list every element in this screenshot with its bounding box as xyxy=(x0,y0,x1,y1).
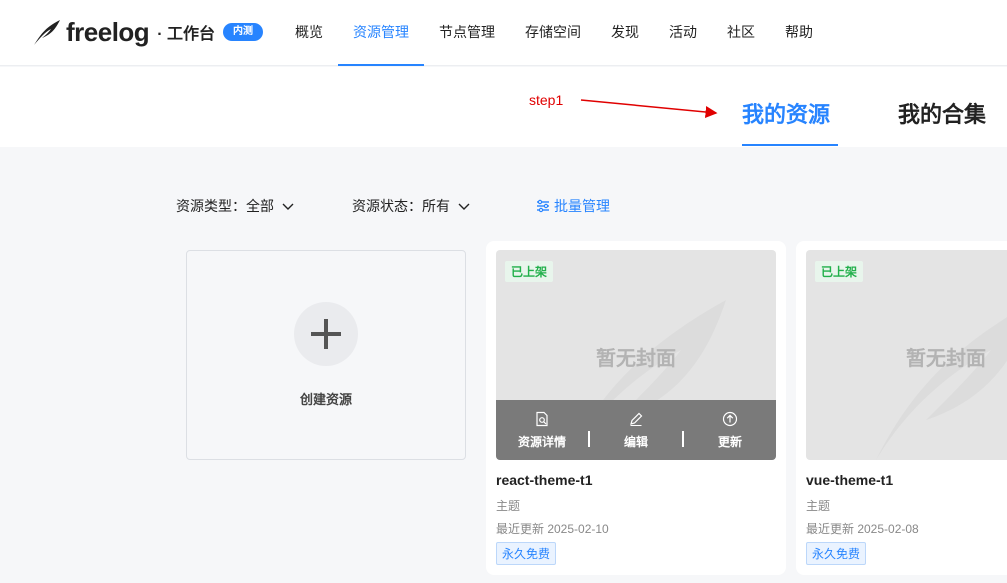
nav-item-resource-management[interactable]: 资源管理 xyxy=(338,0,424,66)
resource-cover[interactable]: 暂无封面 已上架 资源详情 编辑 更新 xyxy=(496,250,776,460)
resource-cover[interactable]: 暂无封面 已上架 xyxy=(806,250,1007,460)
chevron-down-icon xyxy=(282,203,294,210)
resource-details-label: 资源详情 xyxy=(517,434,566,449)
active-tab-indicator xyxy=(742,144,838,146)
plus-icon xyxy=(294,302,358,366)
price-badge: 永久免费 xyxy=(806,542,867,565)
annotation-step1: step1 xyxy=(529,92,564,108)
update-button[interactable]: 更新 xyxy=(684,411,776,450)
resource-card[interactable]: 暂无封面 已上架 vue-theme-t1 主题 最近更新 2025-02-08… xyxy=(796,241,1007,575)
filter-bar: 资源类型：全部 资源状态：所有 批量管理 xyxy=(176,196,610,216)
resource-type: 主题 xyxy=(496,499,521,513)
chevron-down-icon xyxy=(458,203,470,210)
status-badge: 已上架 xyxy=(815,261,864,282)
update-label: 更新 xyxy=(717,434,742,449)
upload-circle-icon xyxy=(722,411,738,426)
sliders-icon xyxy=(537,199,549,213)
tab-my-resources[interactable]: 我的资源 xyxy=(742,97,830,129)
price-badge: 永久免费 xyxy=(496,542,557,565)
batch-manage-button[interactable]: 批量管理 xyxy=(536,196,610,216)
resource-type-filter-label: 资源类型：全部 xyxy=(176,198,274,214)
logo-text: freelog xyxy=(66,16,150,47)
nav-item-community[interactable]: 社区 xyxy=(712,0,770,66)
top-nav-bar: freelog · 工作台 内测 概览 资源管理 节点管理 存储空间 发现 活动… xyxy=(0,0,1007,66)
nav-item-activities[interactable]: 活动 xyxy=(654,0,712,66)
resource-name[interactable]: react-theme-t1 xyxy=(496,472,592,488)
create-resource-card[interactable]: 创建资源 xyxy=(186,250,466,460)
resource-tabs-header: 我的资源 我的合集 xyxy=(0,67,1007,147)
batch-manage-label: 批量管理 xyxy=(554,198,610,214)
no-cover-placeholder: 暂无封面 xyxy=(596,348,676,370)
resource-type-filter[interactable]: 资源类型：全部 xyxy=(176,196,294,216)
nav-item-overview[interactable]: 概览 xyxy=(280,0,338,66)
resource-name[interactable]: vue-theme-t1 xyxy=(806,472,893,488)
resource-updated-date: 最近更新 2025-02-08 xyxy=(806,522,919,536)
freelog-logo[interactable]: freelog · 工作台 内测 xyxy=(32,16,263,48)
main-nav: 概览 资源管理 节点管理 存储空间 发现 活动 社区 帮助 xyxy=(280,0,828,66)
resource-action-bar: 资源详情 编辑 更新 xyxy=(496,400,776,460)
document-search-icon xyxy=(536,411,548,426)
nav-item-node-management[interactable]: 节点管理 xyxy=(424,0,510,66)
edit-label: 编辑 xyxy=(623,434,648,449)
leaf-watermark-icon xyxy=(876,317,1007,460)
feather-logo-icon xyxy=(34,20,60,45)
resource-updated-date: 最近更新 2025-02-10 xyxy=(496,522,609,536)
resource-type: 主题 xyxy=(806,499,831,513)
nav-item-help[interactable]: 帮助 xyxy=(770,0,828,66)
resource-card[interactable]: 暂无封面 已上架 资源详情 编辑 更新 react-theme-t1 主题 最近… xyxy=(486,241,786,575)
beta-badge: 内测 xyxy=(222,23,263,41)
pencil-icon xyxy=(630,412,643,426)
resource-status-filter-label: 资源状态：所有 xyxy=(352,198,450,214)
status-badge: 已上架 xyxy=(505,261,554,282)
resource-status-filter[interactable]: 资源状态：所有 xyxy=(352,196,470,216)
edit-button[interactable]: 编辑 xyxy=(590,411,682,450)
resource-details-button[interactable]: 资源详情 xyxy=(496,411,588,450)
tab-my-collections[interactable]: 我的合集 xyxy=(898,97,986,129)
create-resource-label: 创建资源 xyxy=(299,392,352,407)
nav-item-storage[interactable]: 存储空间 xyxy=(510,0,596,66)
logo-subtitle: · 工作台 xyxy=(157,26,215,43)
nav-item-discover[interactable]: 发现 xyxy=(596,0,654,66)
no-cover-placeholder: 暂无封面 xyxy=(906,348,986,370)
